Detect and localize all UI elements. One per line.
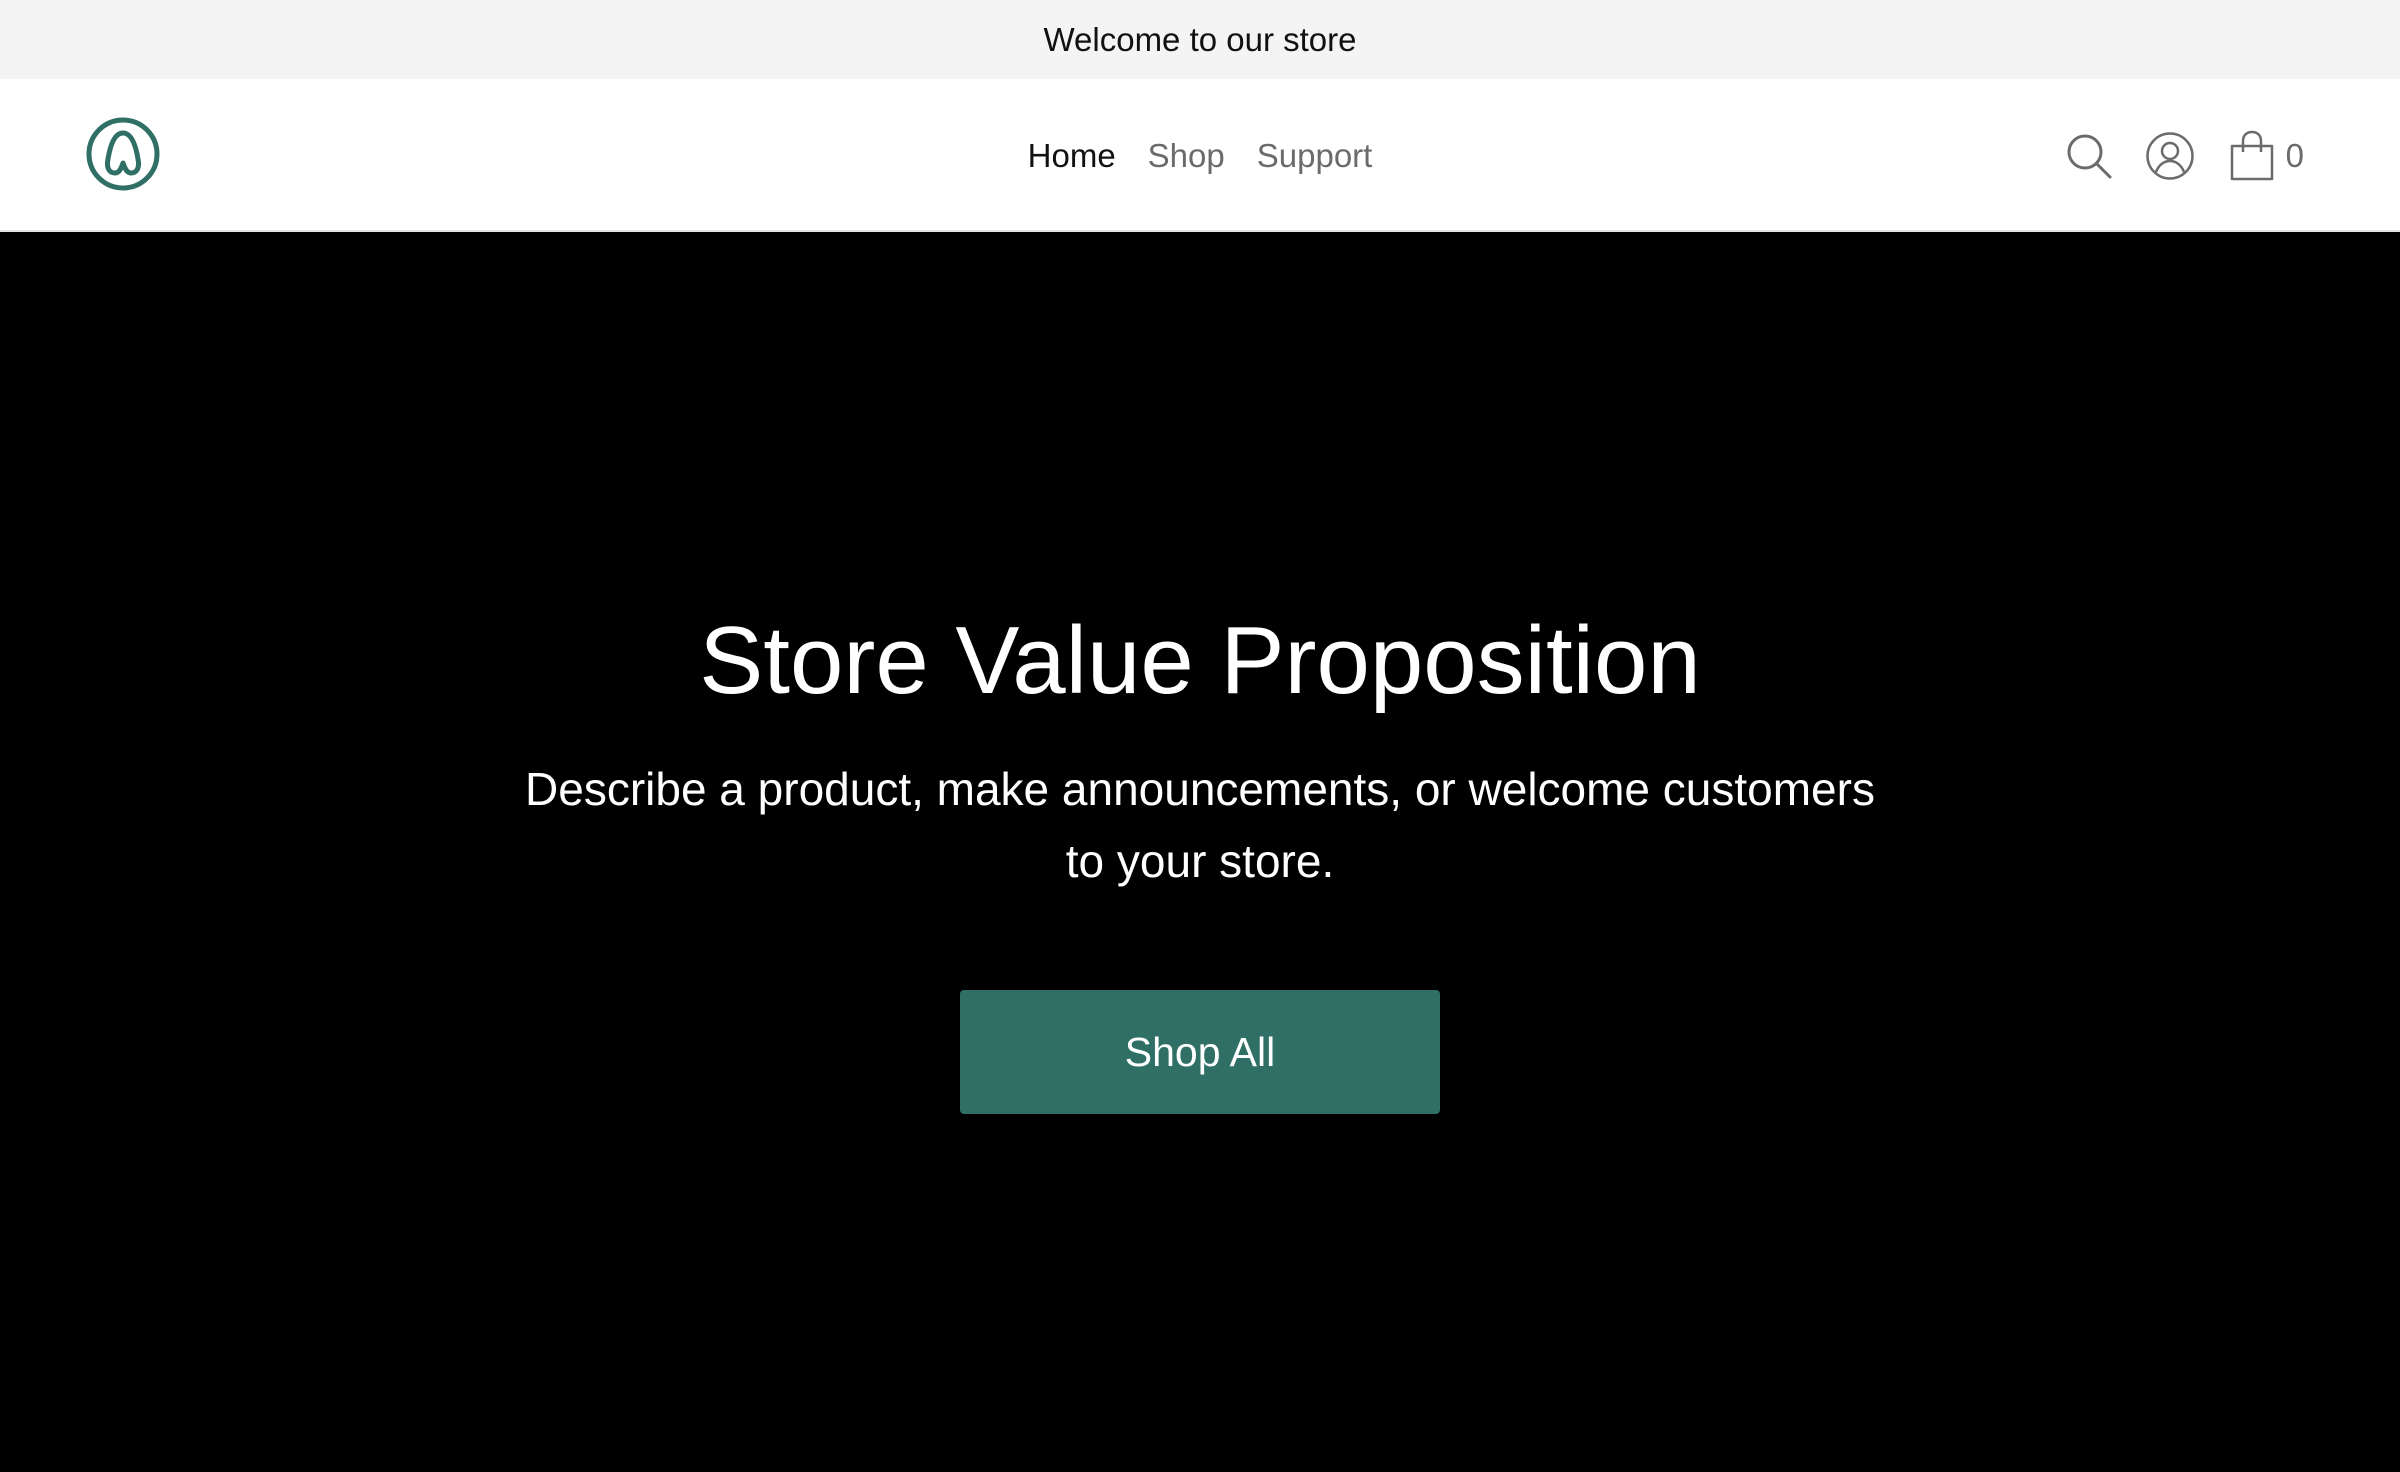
brand-a-logo-icon	[86, 117, 160, 191]
announcement-bar: Welcome to our store	[0, 0, 2400, 79]
search-button[interactable]	[2064, 131, 2114, 181]
account-button[interactable]	[2144, 130, 2196, 182]
shop-all-button[interactable]: Shop All	[960, 990, 1440, 1114]
cart-button[interactable]: 0	[2228, 128, 2304, 184]
shopping-bag-icon	[2230, 130, 2273, 180]
search-icon	[2067, 134, 2112, 178]
header-icons: 0	[2064, 79, 2304, 232]
nav-shop-link[interactable]: Shop	[1148, 137, 1225, 175]
cart-count: 0	[2285, 136, 2304, 174]
announcement-text: Welcome to our store	[1043, 20, 1357, 58]
nav-support-link[interactable]: Support	[1257, 137, 1373, 175]
main-nav: Home Shop Support	[0, 79, 2400, 232]
site-header: Home Shop Support 0	[0, 79, 2400, 232]
nav-home-link[interactable]: Home	[1028, 137, 1116, 175]
hero-title: Store Value Proposition	[699, 607, 1701, 714]
logo-link[interactable]	[86, 117, 160, 191]
hero-description: Describe a product, make announcements, …	[525, 763, 1875, 887]
hero-banner: Store Value Proposition Describe a produ…	[0, 233, 2400, 1472]
account-icon	[2145, 131, 2194, 180]
